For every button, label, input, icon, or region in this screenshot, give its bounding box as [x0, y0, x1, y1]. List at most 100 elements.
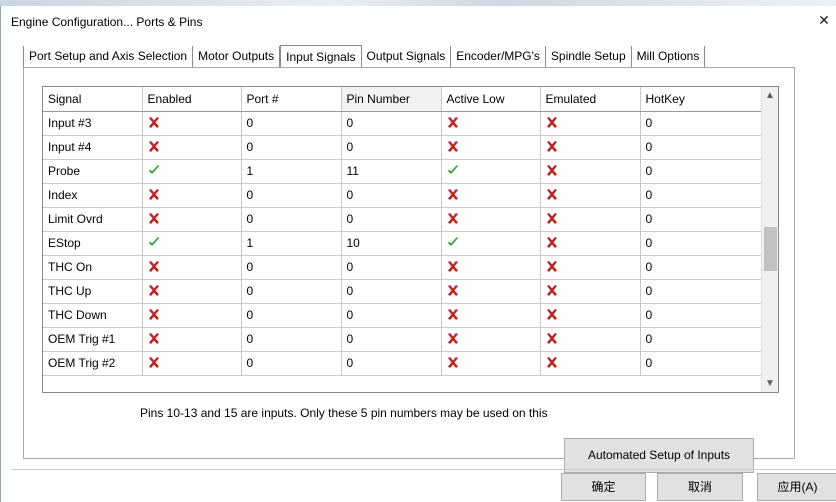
signal-cell[interactable]: Input #4: [43, 135, 143, 160]
port-cell[interactable]: 0: [241, 111, 342, 136]
hotkey-cell[interactable]: 0: [640, 135, 764, 160]
active-low-cell[interactable]: [441, 207, 541, 232]
enabled-cell[interactable]: [142, 207, 242, 232]
hotkey-cell[interactable]: 0: [640, 327, 764, 352]
signal-cell[interactable]: THC Up: [43, 279, 143, 304]
active-low-cell[interactable]: [441, 351, 541, 376]
active-low-cell[interactable]: [441, 255, 541, 280]
signal-cell[interactable]: Probe: [43, 159, 143, 184]
cross-icon[interactable]: [546, 189, 558, 200]
enabled-cell[interactable]: [142, 231, 242, 256]
cross-icon[interactable]: [148, 261, 160, 272]
cross-icon[interactable]: [447, 357, 459, 368]
pin-cell[interactable]: 0: [341, 327, 442, 352]
cross-icon[interactable]: [546, 213, 558, 224]
signal-cell[interactable]: THC Down: [43, 303, 143, 328]
hotkey-cell[interactable]: 0: [640, 231, 764, 256]
hotkey-cell[interactable]: 0: [640, 279, 764, 304]
table-row[interactable]: Probe 1 11 0: [43, 159, 764, 184]
port-cell[interactable]: 1: [241, 159, 342, 184]
cross-icon[interactable]: [148, 309, 160, 320]
port-cell[interactable]: 0: [241, 351, 342, 376]
table-row[interactable]: THC Up 0 0 0: [43, 279, 764, 304]
port-cell[interactable]: 0: [241, 279, 342, 304]
port-cell[interactable]: 0: [241, 255, 342, 280]
cross-icon[interactable]: [546, 285, 558, 296]
column-header[interactable]: Enabled: [142, 87, 242, 112]
pin-cell[interactable]: 0: [341, 183, 442, 208]
enabled-cell[interactable]: [142, 111, 242, 136]
active-low-cell[interactable]: [441, 327, 541, 352]
tab-spindle-setup[interactable]: Spindle Setup: [546, 46, 632, 68]
emulated-cell[interactable]: [540, 279, 641, 304]
column-header[interactable]: Signal: [43, 87, 143, 112]
cross-icon[interactable]: [546, 333, 558, 344]
table-row[interactable]: EStop 1 10 0: [43, 231, 764, 256]
enabled-cell[interactable]: [142, 303, 242, 328]
signal-cell[interactable]: OEM Trig #2: [43, 351, 143, 376]
column-header[interactable]: Emulated: [540, 87, 641, 112]
active-low-cell[interactable]: [441, 279, 541, 304]
cross-icon[interactable]: [447, 261, 459, 272]
tab-motor-outputs[interactable]: Motor Outputs: [193, 46, 281, 68]
port-cell[interactable]: 0: [241, 135, 342, 160]
hotkey-cell[interactable]: 0: [640, 159, 764, 184]
pin-cell[interactable]: 0: [341, 255, 442, 280]
tab-port-setup-and-axis-selection[interactable]: Port Setup and Axis Selection: [23, 46, 194, 68]
emulated-cell[interactable]: [540, 183, 641, 208]
cross-icon[interactable]: [148, 333, 160, 344]
cross-icon[interactable]: [447, 309, 459, 320]
active-low-cell[interactable]: [441, 183, 541, 208]
hotkey-cell[interactable]: 0: [640, 303, 764, 328]
port-cell[interactable]: 1: [241, 231, 342, 256]
check-icon[interactable]: [447, 165, 459, 176]
pin-cell[interactable]: 0: [341, 303, 442, 328]
emulated-cell[interactable]: [540, 303, 641, 328]
active-low-cell[interactable]: [441, 135, 541, 160]
table-row[interactable]: THC On 0 0 0: [43, 255, 764, 280]
cross-icon[interactable]: [148, 285, 160, 296]
scroll-thumb[interactable]: [764, 227, 777, 271]
emulated-cell[interactable]: [540, 159, 641, 184]
signal-cell[interactable]: Index: [43, 183, 143, 208]
table-row[interactable]: Index 0 0 0: [43, 183, 764, 208]
tab-mill-options[interactable]: Mill Options: [632, 46, 706, 68]
active-low-cell[interactable]: [441, 159, 541, 184]
emulated-cell[interactable]: [540, 135, 641, 160]
active-low-cell[interactable]: [441, 231, 541, 256]
active-low-cell[interactable]: [441, 111, 541, 136]
active-low-cell[interactable]: [441, 303, 541, 328]
enabled-cell[interactable]: [142, 159, 242, 184]
ok-button[interactable]: 确定: [561, 473, 646, 501]
signal-cell[interactable]: EStop: [43, 231, 143, 256]
pin-cell[interactable]: 11: [341, 159, 442, 184]
emulated-cell[interactable]: [540, 327, 641, 352]
grid-vertical-scrollbar[interactable]: ▲ ▼: [761, 87, 778, 392]
column-header[interactable]: HotKey: [640, 87, 764, 112]
cross-icon[interactable]: [447, 333, 459, 344]
port-cell[interactable]: 0: [241, 207, 342, 232]
check-icon[interactable]: [148, 237, 160, 248]
enabled-cell[interactable]: [142, 279, 242, 304]
cross-icon[interactable]: [148, 357, 160, 368]
cross-icon[interactable]: [546, 261, 558, 272]
scroll-up-icon[interactable]: ▲: [762, 87, 778, 104]
pin-cell[interactable]: 0: [341, 279, 442, 304]
table-row[interactable]: OEM Trig #2 0 0 0: [43, 351, 764, 376]
signal-cell[interactable]: Input #3: [43, 111, 143, 136]
emulated-cell[interactable]: [540, 351, 641, 376]
emulated-cell[interactable]: [540, 255, 641, 280]
hotkey-cell[interactable]: 0: [640, 183, 764, 208]
column-header[interactable]: Active Low: [441, 87, 541, 112]
emulated-cell[interactable]: [540, 111, 641, 136]
enabled-cell[interactable]: [142, 135, 242, 160]
table-row[interactable]: THC Down 0 0 0: [43, 303, 764, 328]
tab-output-signals[interactable]: Output Signals: [362, 46, 452, 68]
cross-icon[interactable]: [447, 189, 459, 200]
close-icon[interactable]: ✕: [813, 10, 835, 30]
signal-cell[interactable]: OEM Trig #1: [43, 327, 143, 352]
cross-icon[interactable]: [148, 141, 160, 152]
cancel-button[interactable]: 取消: [657, 473, 743, 501]
hotkey-cell[interactable]: 0: [640, 351, 764, 376]
scroll-down-icon[interactable]: ▼: [762, 375, 778, 392]
